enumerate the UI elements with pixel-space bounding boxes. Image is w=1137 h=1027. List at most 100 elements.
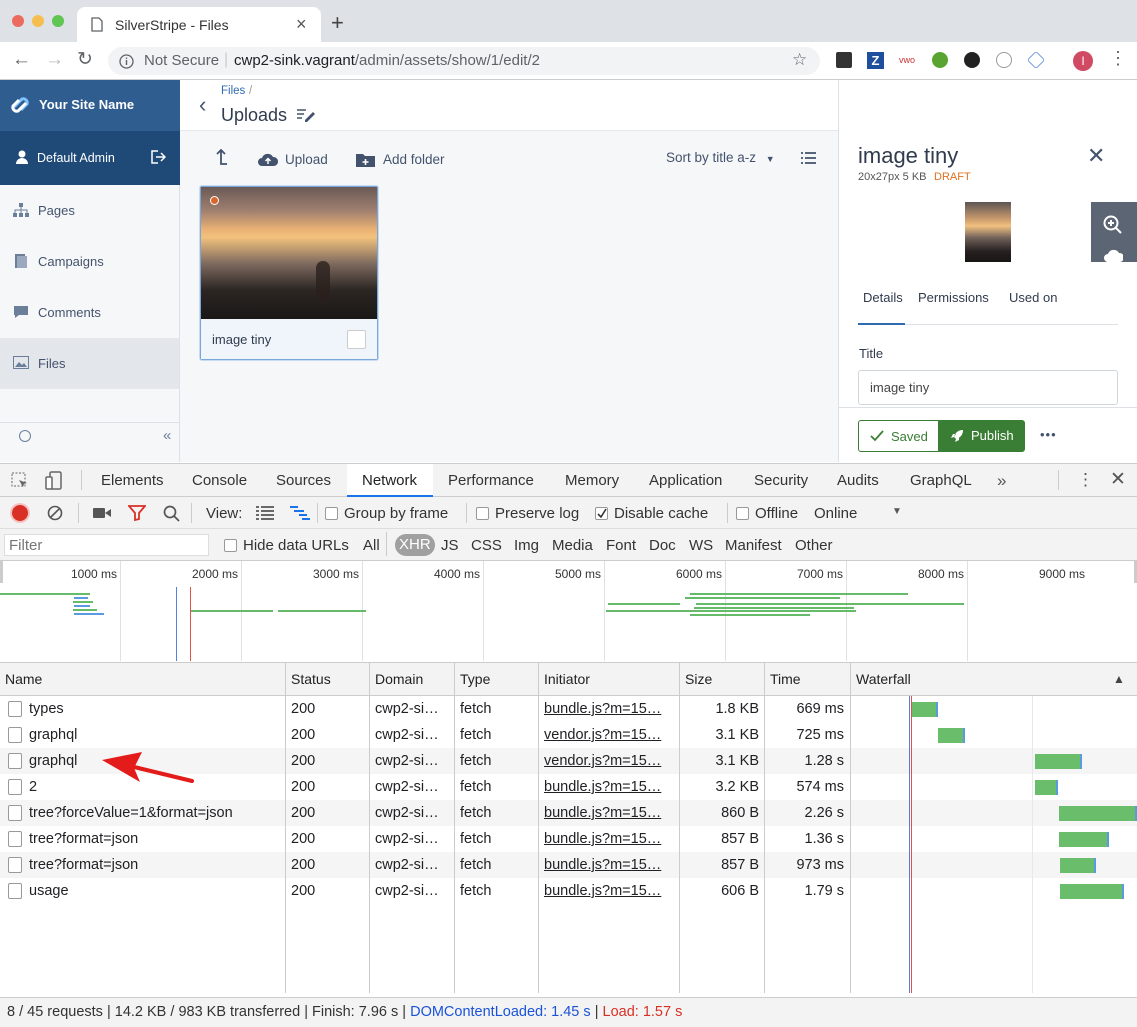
extension-z-icon[interactable]: Z [867, 52, 884, 69]
devtools-tab-application[interactable]: Application [649, 464, 722, 497]
nav-item-pages[interactable]: Pages [0, 185, 179, 236]
extension-badge-icon[interactable] [996, 52, 1012, 68]
preserve-log-checkbox[interactable]: Preserve log [476, 505, 579, 522]
column-divider[interactable] [538, 663, 539, 993]
devtools-tab-elements[interactable]: Elements [101, 464, 164, 497]
request-name[interactable]: tree?format=json [29, 826, 283, 852]
breadcrumb[interactable]: Files [221, 85, 245, 97]
more-actions-button[interactable]: ••• [1040, 427, 1057, 442]
tab-permissions[interactable]: Permissions [918, 290, 989, 305]
devtools-tab-security[interactable]: Security [754, 464, 808, 497]
waterfall-bar[interactable] [1035, 754, 1082, 769]
close-devtools-icon[interactable]: ✕ [1110, 468, 1126, 491]
extension-vwo-icon[interactable]: vwo [899, 55, 917, 65]
column-header-type[interactable]: Type [455, 663, 490, 695]
devtools-tab-audits[interactable]: Audits [837, 464, 879, 497]
filter-type-img[interactable]: Img [514, 537, 539, 554]
network-overview-timeline[interactable]: 1000 ms 2000 ms 3000 ms 4000 ms 5000 ms … [0, 561, 1137, 663]
extension-gear-icon[interactable] [932, 52, 948, 68]
clear-icon[interactable] [47, 505, 63, 521]
add-folder-button[interactable]: Add folder [356, 148, 445, 170]
overview-left-handle[interactable] [0, 561, 3, 583]
request-initiator-link[interactable]: bundle.js?m=15… [544, 878, 674, 904]
list-view-icon[interactable] [801, 152, 816, 165]
devtools-tab-graphql[interactable]: GraphQL [910, 464, 972, 497]
waterfall-bar[interactable] [1060, 858, 1096, 873]
extension-flame-icon[interactable] [964, 52, 980, 68]
reload-icon[interactable]: ↻ [77, 48, 93, 71]
device-toolbar-icon[interactable] [45, 471, 65, 490]
column-header-initiator[interactable]: Initiator [539, 663, 590, 695]
waterfall-bar[interactable] [1060, 884, 1124, 899]
column-header-size[interactable]: Size [680, 663, 712, 695]
close-panel-icon[interactable]: ✕ [1087, 143, 1105, 169]
filter-type-xhr[interactable]: XHR [395, 534, 435, 556]
hide-data-urls-checkbox[interactable]: Hide data URLs [224, 537, 349, 554]
tab-close-icon[interactable]: × [296, 14, 307, 35]
title-input[interactable]: image tiny [858, 370, 1118, 405]
request-initiator-link[interactable]: bundle.js?m=15… [544, 696, 674, 722]
user-bar[interactable]: Default Admin [0, 131, 180, 185]
request-initiator-link[interactable]: vendor.js?m=15… [544, 748, 674, 774]
devtools-tab-memory[interactable]: Memory [565, 464, 619, 497]
waterfall-bar[interactable] [1059, 806, 1137, 821]
filter-type-media[interactable]: Media [552, 537, 593, 554]
disable-cache-checkbox[interactable]: Disable cache [595, 505, 708, 522]
new-tab-button[interactable]: + [331, 10, 344, 36]
column-divider[interactable] [454, 663, 455, 993]
waterfall-bar[interactable] [912, 702, 938, 717]
filter-type-css[interactable]: CSS [471, 537, 502, 554]
search-icon[interactable] [163, 505, 180, 522]
screenshot-camera-icon[interactable] [93, 507, 111, 519]
large-rows-icon[interactable] [256, 506, 274, 520]
maximize-window-button[interactable] [52, 15, 64, 27]
devtools-menu-icon[interactable]: ⋮ [1077, 470, 1094, 490]
extension-settings-icon[interactable] [836, 52, 852, 68]
zoom-in-icon[interactable] [1103, 215, 1123, 235]
request-name[interactable]: tree?forceValue=1&format=json [29, 800, 283, 826]
column-divider[interactable] [850, 663, 851, 993]
filter-type-doc[interactable]: Doc [649, 537, 676, 554]
bookmark-star-icon[interactable]: ☆ [792, 50, 807, 70]
waterfall-overview-icon[interactable] [290, 506, 310, 520]
filter-type-font[interactable]: Font [606, 537, 636, 554]
request-initiator-link[interactable]: bundle.js?m=15… [544, 774, 674, 800]
request-initiator-link[interactable]: vendor.js?m=15… [544, 722, 674, 748]
upload-button[interactable]: Upload [257, 148, 328, 170]
request-initiator-link[interactable]: bundle.js?m=15… [544, 852, 674, 878]
filter-type-js[interactable]: JS [441, 537, 459, 554]
column-header-time[interactable]: Time [765, 663, 801, 695]
throttle-select[interactable]: Online ▼ [814, 504, 906, 522]
sort-dropdown[interactable]: Sort by title a-z ▼ [666, 150, 775, 165]
browser-tab[interactable]: SilverStripe - Files × [77, 7, 321, 42]
request-name[interactable]: types [29, 696, 283, 722]
level-up-icon[interactable] [214, 149, 228, 166]
close-window-button[interactable] [12, 15, 24, 27]
nav-item-campaigns[interactable]: Campaigns [0, 236, 179, 287]
minimize-window-button[interactable] [32, 15, 44, 27]
devtools-tab-network[interactable]: Network [362, 464, 417, 497]
more-tabs-button[interactable]: » [997, 464, 1006, 497]
offline-checkbox[interactable]: Offline [736, 505, 798, 522]
browser-menu-icon[interactable]: ⋮ [1109, 48, 1127, 69]
record-icon[interactable] [12, 505, 28, 521]
request-initiator-link[interactable]: bundle.js?m=15… [544, 826, 674, 852]
waterfall-bar[interactable] [1035, 780, 1058, 795]
column-header-status[interactable]: Status [286, 663, 331, 695]
forward-icon[interactable]: → [45, 49, 64, 71]
devtools-tab-sources[interactable]: Sources [276, 464, 331, 497]
file-tile[interactable]: image tiny [200, 186, 378, 360]
filter-type-manifest[interactable]: Manifest [725, 537, 782, 554]
file-select-checkbox[interactable] [347, 330, 366, 349]
logout-icon[interactable] [151, 150, 166, 164]
column-header-waterfall[interactable]: Waterfall [851, 663, 911, 695]
back-chevron-icon[interactable]: ‹ [199, 92, 206, 118]
request-initiator-link[interactable]: bundle.js?m=15… [544, 800, 674, 826]
file-preview-image[interactable] [965, 202, 1011, 262]
filter-type-all[interactable]: All [363, 537, 380, 554]
column-divider[interactable] [285, 663, 286, 993]
column-header-name[interactable]: Name [0, 663, 42, 695]
tab-details[interactable]: Details [863, 290, 903, 305]
filter-type-ws[interactable]: WS [689, 537, 713, 554]
saved-button[interactable]: Saved [858, 420, 939, 452]
